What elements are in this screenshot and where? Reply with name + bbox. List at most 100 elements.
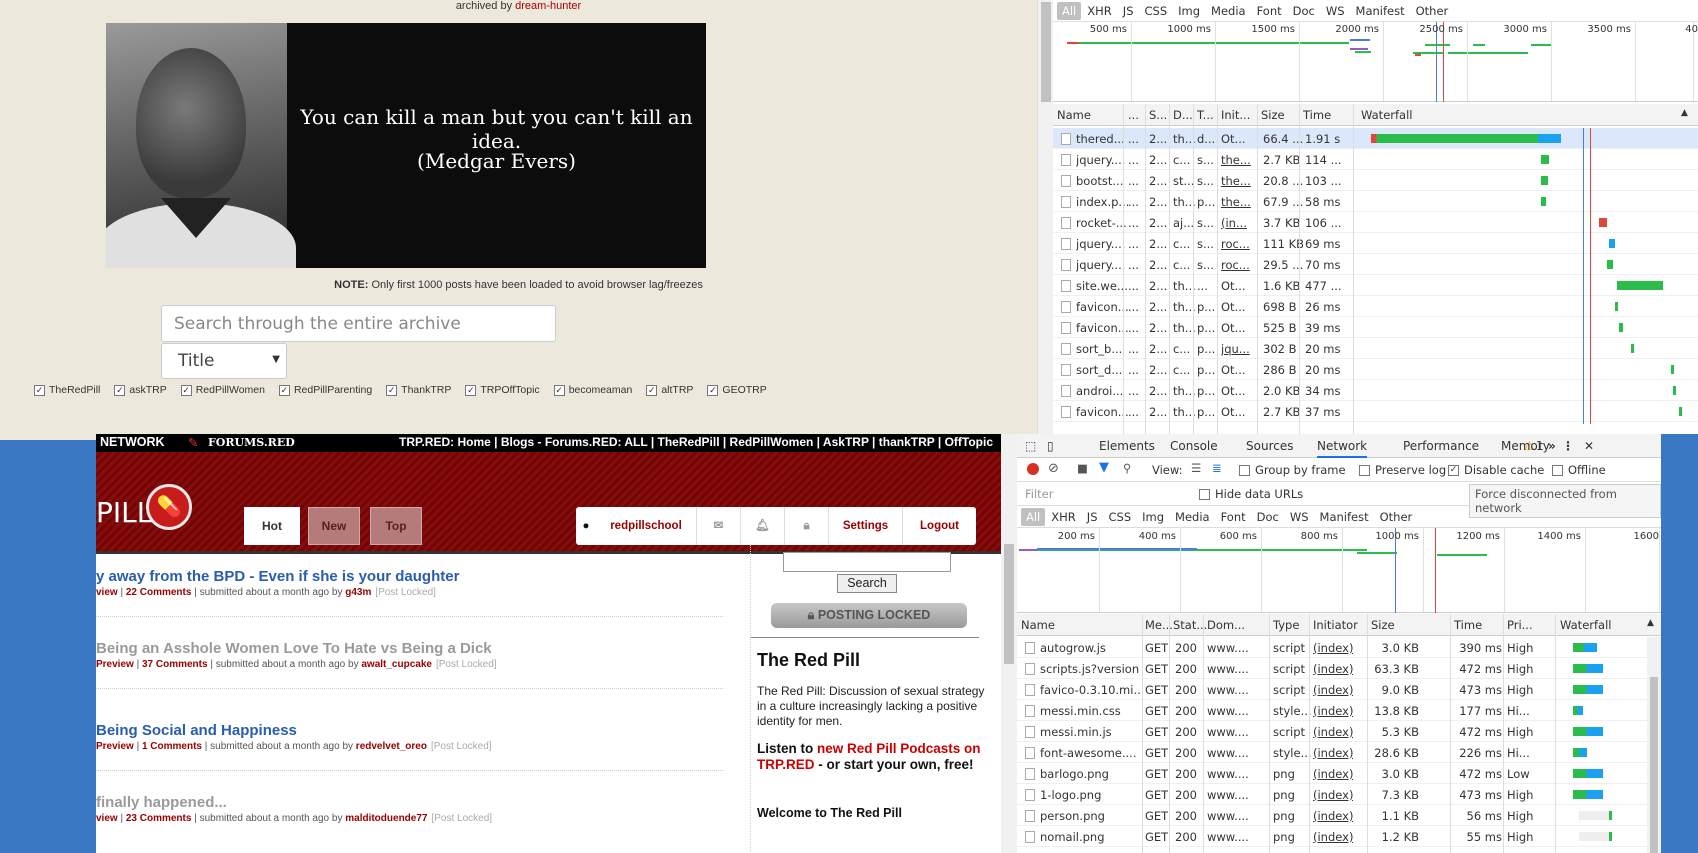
group-by-frame-checkbox[interactable] — [1239, 465, 1250, 476]
cell-i[interactable]: the... — [1221, 153, 1251, 167]
request-row[interactable]: messi.min.css GET 200 www.... style... (index… — [1017, 700, 1647, 721]
camera-icon[interactable]: ■ — [1077, 461, 1088, 475]
subreddit-filter[interactable]: ✓ askTRP — [114, 381, 167, 399]
page-scrollbar[interactable] — [1001, 434, 1017, 853]
cell-i[interactable]: (index) — [1313, 725, 1353, 739]
hide-data-urls-checkbox[interactable] — [1199, 489, 1210, 500]
bell-icon[interactable]: 🔔︎ — [740, 507, 784, 545]
filter-img[interactable]: Img — [1137, 508, 1169, 526]
filter-xhr[interactable]: XHR — [1082, 2, 1117, 20]
filter-other[interactable]: Other — [1411, 2, 1454, 20]
tab-memory[interactable]: Memory — [1501, 439, 1550, 453]
post-title[interactable]: y away from the BPD - Even if she is you… — [96, 568, 736, 585]
filter-css[interactable]: CSS — [1104, 508, 1137, 526]
request-row[interactable]: jquery....... 2... c... s... roc... 29.5 ... 7… — [1053, 254, 1698, 275]
subreddit-filter[interactable]: ✓ altTRP — [646, 381, 693, 399]
filter-other[interactable]: Other — [1375, 508, 1418, 526]
post-meta-user[interactable]: redvelvet_oreo — [356, 741, 427, 752]
post-meta-meta_a[interactable]: view — [96, 587, 118, 598]
request-row[interactable]: jquery....... 2... c... s... the... 2.7 KB 114… — [1053, 149, 1698, 170]
column-header[interactable]: Name — [1057, 108, 1091, 122]
lock-icon[interactable]: 🔒︎ — [784, 507, 828, 545]
post-meta-meta_b[interactable]: 22 Comments — [126, 587, 192, 598]
cell-i[interactable]: Ot... — [1221, 405, 1246, 419]
filter-doc[interactable]: Doc — [1252, 508, 1284, 526]
post-title[interactable]: finally happened... — [96, 794, 736, 811]
cell-i[interactable]: roc... — [1221, 237, 1250, 251]
checkbox[interactable]: ✓ — [465, 384, 477, 396]
cell-i[interactable]: Ot... — [1221, 300, 1246, 314]
top-navigation[interactable]: TRP.RED: Home | Blogs - Forums.RED: ALL … — [399, 435, 993, 449]
post-meta-meta_b[interactable]: 1 Comments — [142, 741, 202, 752]
search-field-select[interactable]: Title ▼ — [161, 343, 287, 379]
post-meta-user[interactable]: awalt_cupcake — [361, 659, 432, 670]
post-title[interactable]: Being an Asshole Women Love To Hate vs B… — [96, 640, 736, 657]
request-row[interactable]: messi.min.js GET 200 www.... script (index) 5.… — [1017, 721, 1647, 742]
sort-ascending-icon[interactable]: ▲ — [1647, 618, 1654, 628]
filter-all[interactable]: All — [1021, 507, 1046, 526]
request-row[interactable]: sort_d...... 2... c... p... Ot... 286 B 20 ms — [1053, 359, 1698, 380]
archiver-link[interactable]: dream-hunter — [515, 0, 581, 12]
post-meta-meta_a[interactable]: Preview — [96, 741, 134, 752]
filter-js[interactable]: JS — [1082, 508, 1103, 526]
column-header[interactable]: S... — [1149, 108, 1167, 122]
cell-i[interactable]: (index) — [1313, 809, 1353, 823]
column-header[interactable]: ... — [1128, 108, 1139, 122]
request-row[interactable]: barlogo.png GET 200 www.... png (index) 3.0 KB… — [1017, 763, 1647, 784]
username-link[interactable]: redpillschool — [596, 507, 696, 545]
nav-top-button[interactable]: Top — [370, 507, 422, 545]
pill-logo-icon[interactable]: 💊 — [146, 484, 192, 530]
cell-i[interactable]: Ot... — [1221, 384, 1246, 398]
sidebar-search-input[interactable] — [783, 552, 951, 572]
request-row[interactable]: favicon...... 2... th... p... Ot... 525 B 39 m… — [1053, 317, 1698, 338]
column-header[interactable]: Size — [1371, 618, 1395, 632]
tab-console[interactable]: Console — [1170, 439, 1218, 453]
cell-i[interactable]: (index) — [1313, 746, 1353, 760]
site-logo-text[interactable]: PILL — [96, 496, 152, 529]
close-devtools-icon[interactable]: ✕ — [1584, 439, 1594, 453]
column-header[interactable]: Init... — [1221, 108, 1250, 122]
filter-media[interactable]: Media — [1170, 508, 1215, 526]
disable-cache-checkbox[interactable]: ✓ — [1448, 465, 1459, 476]
search-button[interactable]: Search — [837, 574, 897, 593]
request-row[interactable]: scripts.js?version... GET 200 www.... script… — [1017, 658, 1647, 679]
archive-search-input[interactable]: Search through the entire archive — [161, 305, 556, 342]
post-meta-meta_a[interactable]: Preview — [96, 659, 134, 670]
mail-icon[interactable]: ✉ — [696, 507, 740, 545]
filter-xhr[interactable]: XHR — [1046, 508, 1081, 526]
table-scrollbar[interactable] — [1647, 637, 1661, 853]
cell-i[interactable]: roc... — [1221, 258, 1250, 272]
post-meta-user[interactable]: g43m — [345, 587, 371, 598]
column-header[interactable]: Size — [1261, 108, 1285, 122]
request-row[interactable]: bootst...... 2... st... s... the... 20.8 ... 1… — [1053, 170, 1698, 191]
filter-css[interactable]: CSS — [1140, 2, 1173, 20]
filter-input[interactable]: Filter — [1025, 487, 1053, 501]
request-row[interactable]: jquery....... 2... c... s... roc... 111 KB 69 … — [1053, 233, 1698, 254]
request-row[interactable]: index.p...... 2... th... p... the... 67.9 ...… — [1053, 191, 1698, 212]
subreddit-filter[interactable]: ✓ becomeaman — [553, 381, 632, 399]
request-table-header[interactable]: Name Me... Stat... Dom... Type Initiator Size T… — [1017, 614, 1661, 636]
inspect-icon[interactable]: ⬚ — [1025, 439, 1036, 453]
checkbox[interactable]: ✓ — [34, 384, 45, 396]
checkbox[interactable]: ✓ — [278, 384, 290, 396]
filter-icon[interactable]: ▼ — [1099, 460, 1109, 475]
request-row[interactable]: favicon...... 2... th... p... Ot... 2.7 KB 37 … — [1053, 401, 1698, 422]
request-row[interactable]: autogrow.js GET 200 www.... script (index) 3.0… — [1017, 637, 1647, 658]
column-header[interactable]: Time — [1454, 618, 1482, 632]
filter-manifest[interactable]: Manifest — [1351, 2, 1410, 20]
request-row[interactable]: favicon...... 2... th... p... Ot... 698 B 26 m… — [1053, 296, 1698, 317]
request-row[interactable]: rocket-...... 2... aj... s... (in... 3.7 KB 10… — [1053, 212, 1698, 233]
request-table-header[interactable]: Name... S... D... T... Init... Size Time Waterf… — [1053, 104, 1698, 126]
column-header[interactable]: Initiator — [1313, 618, 1358, 632]
cell-i[interactable]: (index) — [1313, 830, 1353, 844]
cell-i[interactable]: (index) — [1313, 683, 1353, 697]
tab-performance[interactable]: Performance — [1403, 439, 1479, 453]
cell-i[interactable]: (index) — [1313, 767, 1353, 781]
request-row[interactable]: font-awesome.... GET 200 www.... style... (in… — [1017, 742, 1647, 763]
subreddit-filter[interactable]: ✓ RedPillWomen — [180, 381, 265, 399]
cell-i[interactable]: (index) — [1313, 788, 1353, 802]
request-row[interactable]: nomail.png GET 200 www.... png (index) 1.2 KB 5… — [1017, 826, 1647, 847]
column-header[interactable]: Time — [1303, 108, 1331, 122]
checkbox[interactable]: ✓ — [553, 384, 565, 396]
cell-i[interactable]: jqu... — [1221, 342, 1250, 356]
